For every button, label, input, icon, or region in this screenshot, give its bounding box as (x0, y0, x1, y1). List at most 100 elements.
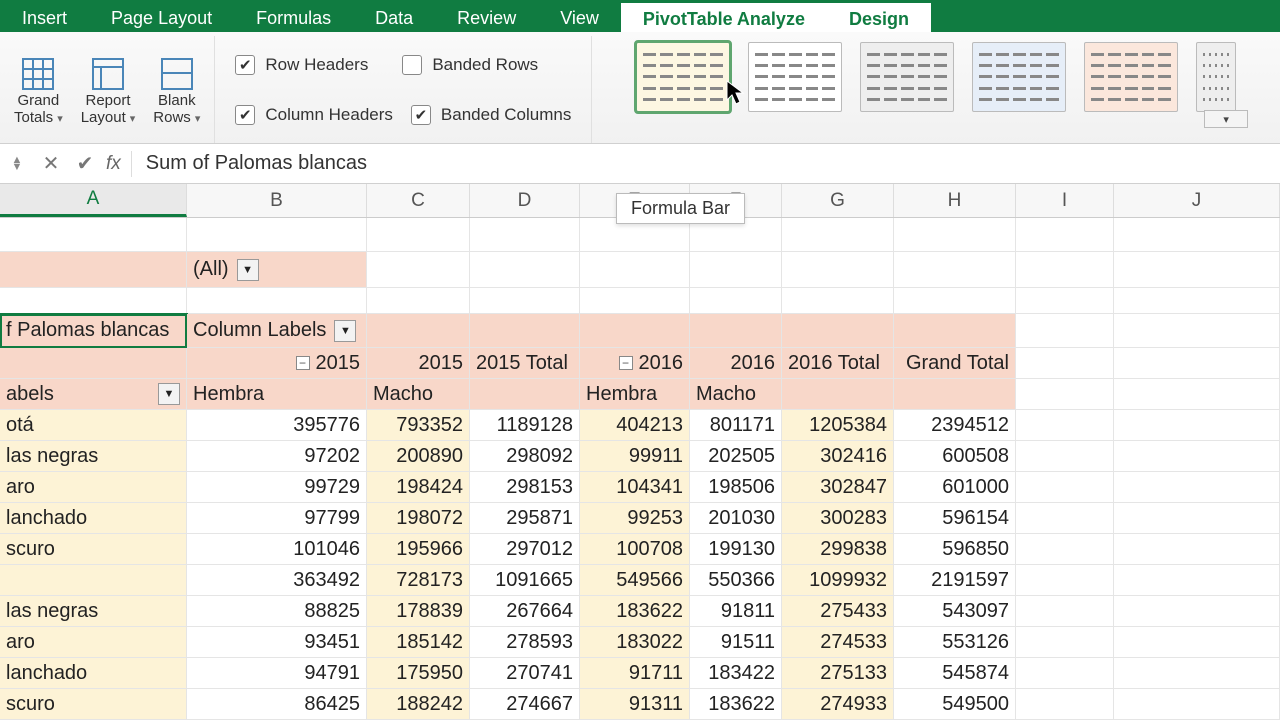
cell: 549566 (580, 565, 690, 596)
grand-totals-button[interactable]: Grand Totals▾ (10, 53, 67, 126)
pivot-style-5[interactable] (1084, 42, 1178, 112)
col-header-D[interactable]: D (470, 184, 580, 217)
year-2015[interactable]: −2015 (187, 348, 367, 379)
banded-columns-checkbox[interactable]: ✔ Banded Columns (411, 93, 571, 137)
cell: 302847 (782, 472, 894, 503)
cell: 91511 (690, 627, 782, 658)
tab-view[interactable]: View (538, 0, 621, 32)
cell (187, 218, 367, 252)
blank-rows-button[interactable]: Blank Rows▾ (149, 53, 204, 126)
pivot-row-label[interactable]: lanchado (0, 658, 187, 689)
tab-review[interactable]: Review (435, 0, 538, 32)
cell: 275433 (782, 596, 894, 627)
cell (782, 379, 894, 410)
cell: 198424 (367, 472, 470, 503)
tab-page-layout[interactable]: Page Layout (89, 0, 234, 32)
accept-formula-button[interactable]: ✔ (68, 151, 102, 176)
cell (1114, 472, 1280, 503)
fx-label[interactable]: fx (106, 153, 121, 175)
tab-data[interactable]: Data (353, 0, 435, 32)
col-header-H[interactable]: H (894, 184, 1016, 217)
cell (0, 218, 187, 252)
pivot-row-label[interactable]: scuro (0, 534, 187, 565)
cell: 300283 (782, 503, 894, 534)
cell (1114, 658, 1280, 689)
col-header-A[interactable]: A (0, 184, 187, 217)
cell (470, 218, 580, 252)
cell: 1189128 (470, 410, 580, 441)
pivot-row-label[interactable]: las negras (0, 441, 187, 472)
pivot-row-labels[interactable]: abels▼ (0, 379, 187, 410)
cell: 100708 (580, 534, 690, 565)
tab-insert[interactable]: Insert (0, 0, 89, 32)
banded-rows-checkbox[interactable]: Banded Rows (402, 43, 538, 87)
chevron-down-icon: ▾ (1223, 113, 1229, 126)
pivot-style-1[interactable] (636, 42, 730, 112)
col-header-I[interactable]: I (1016, 184, 1114, 217)
tab-pivottable-analyze[interactable]: PivotTable Analyze (621, 0, 827, 32)
col-header-C[interactable]: C (367, 184, 470, 217)
pivot-style-2[interactable] (748, 42, 842, 112)
grand-totals-icon (21, 57, 55, 91)
cell (1016, 534, 1114, 565)
collapse-icon[interactable]: − (296, 356, 310, 370)
cell: 299838 (782, 534, 894, 565)
cell (1114, 379, 1280, 410)
pivot-value-field[interactable]: f Palomas blancas (0, 314, 187, 348)
pivot-row-label[interactable]: otá (0, 410, 187, 441)
name-box-expand[interactable]: ▲▼ (0, 157, 34, 170)
pivot-row-label[interactable]: las negras (0, 596, 187, 627)
dropdown-icon[interactable]: ▼ (334, 320, 356, 342)
cell (1016, 441, 1114, 472)
pivot-row-label[interactable]: lanchado (0, 503, 187, 534)
report-layout-icon (91, 57, 125, 91)
cell (1016, 596, 1114, 627)
pivot-filter-field[interactable] (0, 252, 187, 288)
dropdown-icon[interactable]: ▼ (237, 259, 259, 281)
cell: 543097 (894, 596, 1016, 627)
pivot-row-label[interactable]: scuro (0, 689, 187, 720)
column-headers-checkbox[interactable]: ✔ Column Headers (235, 93, 393, 137)
year-2016[interactable]: −2016 (580, 348, 690, 379)
cell: 395776 (187, 410, 367, 441)
cell (782, 218, 894, 252)
col-header-B[interactable]: B (187, 184, 367, 217)
cancel-formula-button[interactable]: ✕ (34, 151, 68, 176)
cell: Macho (690, 379, 782, 410)
x-icon: ✕ (43, 153, 60, 175)
cell: 275133 (782, 658, 894, 689)
tab-formulas[interactable]: Formulas (234, 0, 353, 32)
col-header-J[interactable]: J (1114, 184, 1280, 217)
pivot-style-4[interactable] (972, 42, 1066, 112)
pivot-row-label[interactable]: aro (0, 472, 187, 503)
pivot-style-6[interactable] (1196, 42, 1236, 112)
dropdown-icon[interactable]: ▼ (158, 383, 180, 405)
col-header-G[interactable]: G (782, 184, 894, 217)
column-headers-label: Column Headers (265, 105, 393, 125)
formula-bar-content[interactable]: Sum of Palomas blancas (146, 152, 1280, 175)
cell: 200890 (367, 441, 470, 472)
pivot-column-labels[interactable]: Column Labels▼ (187, 314, 367, 348)
cell (690, 314, 782, 348)
row-headers-checkbox[interactable]: ✔ Row Headers (235, 43, 368, 87)
cell: 178839 (367, 596, 470, 627)
cell: 97799 (187, 503, 367, 534)
cell: 183622 (580, 596, 690, 627)
pivot-filter-value[interactable]: (All)▼ (187, 252, 367, 288)
tab-design[interactable]: Design (827, 0, 931, 32)
pivot-row-label[interactable]: aro (0, 627, 187, 658)
report-layout-button[interactable]: Report Layout▾ (77, 53, 140, 126)
collapse-icon[interactable]: − (619, 356, 633, 370)
ribbon-tabs: Insert Page Layout Formulas Data Review … (0, 0, 1280, 32)
gallery-more-button[interactable]: ▾ (1204, 110, 1248, 128)
cell: 728173 (367, 565, 470, 596)
cell (894, 379, 1016, 410)
cell (470, 288, 580, 314)
cell: 801171 (690, 410, 782, 441)
formula-bar: ▲▼ ✕ ✔ fx Sum of Palomas blancas (0, 144, 1280, 184)
pivot-row-label[interactable] (0, 565, 187, 596)
cell: 183022 (580, 627, 690, 658)
cell: 600508 (894, 441, 1016, 472)
pivot-style-3[interactable] (860, 42, 954, 112)
cell (580, 252, 690, 288)
